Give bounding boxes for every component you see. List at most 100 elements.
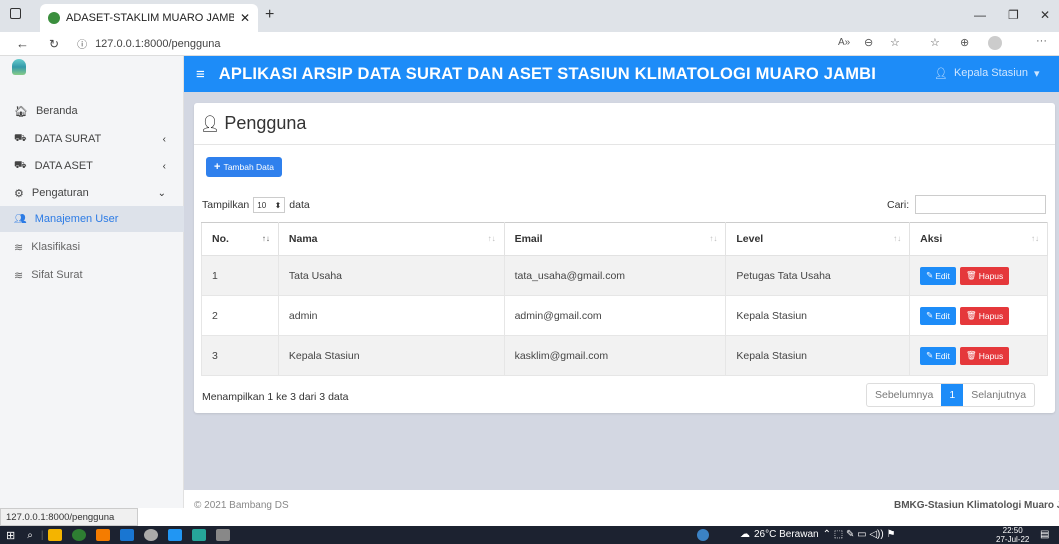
footer-copyright: © 2021 Bambang DS [194,500,289,511]
col-email[interactable]: Email ↑↓ [503,222,727,256]
help-icon[interactable] [697,529,709,541]
sort-icon: ↑↓ [261,234,270,243]
taskbar: ⊞ ⌕ | ☁ 26°C Berawan ⌃ ⬚ ✎ ▭ ◁)) ⚑ 22:50… [0,526,1059,544]
sidebar-item-manajemen-user[interactable]: 👥︎ Manajemen User [0,206,184,232]
prev-page-button[interactable]: Sebelumnya [867,384,941,406]
refresh-icon[interactable]: ↻ [49,37,59,51]
profile-avatar[interactable] [988,36,1002,50]
col-no[interactable]: No. ↑↓ [201,222,279,256]
cell-level: Kepala Stasiun [725,335,911,376]
settings-icon[interactable] [144,529,159,541]
search-icon[interactable]: ⌕ [27,530,33,541]
col-label: Nama [288,233,318,245]
delete-button[interactable]: 🗑︎ Hapus [959,266,1010,285]
sidebar-item-beranda[interactable]: 🏠︎ Beranda [0,98,184,124]
chrome-icon[interactable] [72,529,87,541]
edge-icon[interactable] [120,529,135,541]
delete-button[interactable]: 🗑︎ Hapus [959,306,1010,325]
back-icon[interactable]: ← [16,36,29,51]
url-input[interactable]: 127.0.0.1:8000/pengguna [95,38,220,50]
sidebar-item-pengaturan[interactable]: ⚙ Pengaturan ⌄ [0,180,184,206]
edit-button[interactable]: ✎ Edit [920,306,956,325]
divider [194,144,1055,145]
collections-icon[interactable]: ⊕ [960,36,969,49]
sort-icon: ↑↓ [709,234,718,243]
user-icon: 👤︎ [200,115,221,133]
home-icon: 🏠︎ [14,105,28,118]
edit-button[interactable]: ✎ Edit [920,266,956,285]
edit-button[interactable]: ✎ Edit [920,346,956,365]
weather-widget[interactable]: ☁ 26°C Berawan ⌃ ⬚ ✎ ▭ ◁)) ⚑ [740,529,895,540]
browser-tab[interactable]: ADASET-STAKLIM MUARO JAMB ✕ [40,4,258,32]
sidebar-item-label: DATA SURAT [34,133,102,145]
add-data-button[interactable]: + Tambah Data [206,157,282,177]
col-label: Email [514,233,543,245]
cell-no: 3 [201,335,279,376]
page-heading: Pengguna [224,113,307,133]
restore-icon[interactable]: ❐ [1008,8,1019,22]
windows-start-icon[interactable]: ⊞ [6,529,15,542]
sidebar-item-label: Klasifikasi [31,241,81,253]
plus-icon: + [214,161,221,173]
tab-title: ADASET-STAKLIM MUARO JAMB [66,12,234,24]
close-tab-icon[interactable]: ✕ [240,11,250,25]
explorer-icon[interactable] [48,529,63,541]
cell-no: 2 [201,295,279,336]
close-window-icon[interactable]: ✕ [1040,8,1050,22]
search-input[interactable] [915,195,1047,214]
sidebar-item-klasifikasi[interactable]: ≋ Klasifikasi [0,234,184,260]
col-label: Aksi [920,233,943,245]
new-tab-icon[interactable]: + [265,6,274,24]
cell-nama: admin [277,295,505,336]
sidebar-item-sifat-surat[interactable]: ≋ Sifat Surat [0,262,184,288]
cell-aksi: ✎ Edit 🗑︎ Hapus [909,255,1048,296]
table-header-row: No. ↑↓ Nama ↑↓ Email ↑↓ Level ↑↓ Aksi ↑↓ [201,222,1048,256]
sidebar-item-data-surat[interactable]: ⛟ DATA SURAT ‹ [0,126,184,152]
favorite-icon[interactable]: ☆ [890,36,900,49]
delete-label: Hapus [978,350,1004,361]
tab-actions-icon[interactable] [10,8,21,19]
minimize-icon[interactable]: — [974,8,986,22]
col-label: Level [736,233,764,245]
favorites-list-icon[interactable]: ☆ [930,36,940,49]
divider: | [40,529,44,541]
delete-button[interactable]: 🗑︎ Hapus [959,346,1010,365]
app-icon[interactable] [96,529,111,541]
col-level[interactable]: Level ↑↓ [725,222,911,256]
notification-icon[interactable]: ▤ [1040,529,1049,540]
pencil-icon: ✎ [926,310,934,320]
user-menu[interactable]: 👤︎ Kepala Stasiun ▾ [934,67,1040,80]
zoom-icon[interactable]: ⊖ [864,36,873,49]
cell-email: kasklim@gmail.com [503,335,727,376]
clock[interactable]: 22:50 27-Jul-22 [996,526,1029,544]
browser-tab-bar: ADASET-STAKLIM MUARO JAMB ✕ + — ❐ ✕ [0,0,1059,32]
clock-time: 22:50 [1002,526,1023,535]
page-length-select[interactable]: 10 ⬍ [253,197,286,213]
gears-icon: ⚙ [14,187,24,200]
read-aloud-icon[interactable]: A» [838,37,850,48]
more-icon[interactable]: ··· [1036,35,1047,47]
cell-level: Petugas Tata Usaha [725,255,911,296]
cloud-icon: ☁ [740,529,750,540]
menu-toggle-icon[interactable]: ≡ [196,66,205,83]
users-table: No. ↑↓ Nama ↑↓ Email ↑↓ Level ↑↓ Aksi ↑↓ 1 Ta… [201,222,1048,376]
trash-icon: 🗑︎ [965,350,977,360]
pagination: Sebelumnya 1 Selanjutnya [866,383,1036,407]
col-aksi[interactable]: Aksi ↑↓ [909,222,1048,256]
sidebar-item-label: Manajemen User [34,213,119,225]
col-nama[interactable]: Nama ↑↓ [277,222,505,256]
page-1-button[interactable]: 1 [941,384,964,406]
weather-text: 26°C Berawan [754,529,819,540]
truck-icon: ⛟ [14,132,27,144]
page-length-value: 10 [257,200,267,210]
delete-label: Hapus [978,270,1004,281]
cell-email: tata_usaha@gmail.com [503,255,727,296]
next-page-button[interactable]: Selanjutnya [963,384,1034,406]
info-icon[interactable]: ⓘ [77,36,87,51]
edit-label: Edit [935,270,950,281]
sidebar-item-data-aset[interactable]: ⛟ DATA ASET ‹ [0,153,184,179]
app-icon[interactable] [192,529,207,541]
vscode-icon[interactable] [168,529,183,541]
app-icon[interactable] [216,529,231,541]
cell-no: 1 [201,255,279,296]
